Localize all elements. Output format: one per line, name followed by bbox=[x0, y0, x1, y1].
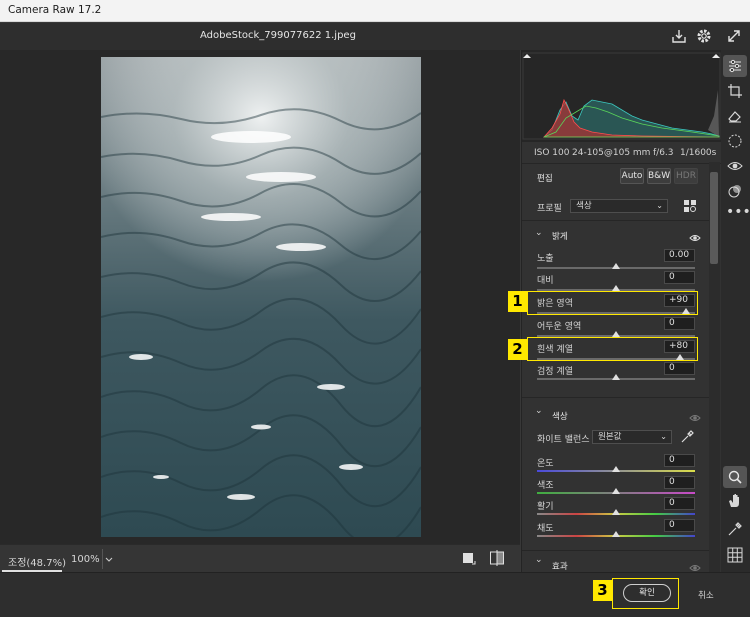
exposure-label: 노출 bbox=[537, 254, 554, 264]
contrast-value[interactable]: 0 bbox=[664, 271, 695, 284]
highlights-highlight-box bbox=[527, 291, 698, 315]
callout-3: 3 bbox=[593, 580, 612, 601]
eraser-icon[interactable] bbox=[726, 107, 744, 125]
chevron-down-icon[interactable]: ⌄ bbox=[535, 555, 543, 565]
window-title: Camera Raw 17.2 bbox=[8, 4, 102, 16]
tint-slider-knob[interactable] bbox=[612, 488, 620, 494]
eye-icon[interactable] bbox=[689, 228, 701, 247]
exif-info: ISO 100 24-105@105 mm f/6.3 1/1600s bbox=[522, 142, 721, 164]
eye-icon[interactable] bbox=[689, 408, 701, 427]
exif-lens: 24-105@105 mm bbox=[572, 148, 651, 158]
presets-icon[interactable] bbox=[726, 182, 744, 200]
whites-highlight-box bbox=[527, 337, 698, 361]
white-balance-value: 원본값 bbox=[598, 432, 622, 442]
settings-icon[interactable] bbox=[695, 27, 713, 45]
edit-sliders-icon[interactable] bbox=[726, 57, 744, 75]
exposure-slider-knob[interactable] bbox=[612, 263, 620, 269]
grid-icon[interactable] bbox=[726, 546, 744, 564]
shadows-label: 어두운 영역 bbox=[537, 322, 582, 332]
panel-scrollbar-thumb[interactable] bbox=[710, 172, 718, 264]
tint-label: 색조 bbox=[537, 481, 554, 491]
zoom-dropdown[interactable] bbox=[102, 549, 115, 569]
vibrance-value[interactable]: 0 bbox=[664, 497, 695, 510]
red-eye-icon[interactable] bbox=[726, 157, 744, 175]
mask-icon[interactable] bbox=[726, 132, 744, 150]
exposure-value[interactable]: 0.00 bbox=[664, 249, 695, 262]
view-mode-icon[interactable] bbox=[462, 551, 476, 570]
profile-label: 프로필 bbox=[537, 204, 562, 214]
profile-value: 색상 bbox=[576, 201, 592, 211]
exif-aperture: f/6.3 bbox=[653, 148, 674, 158]
top-toolbar: AdobeStock_799077622 1.jpeg bbox=[0, 23, 750, 50]
white-balance-dropdown[interactable]: 원본값 ⌄ bbox=[592, 430, 672, 444]
vibrance-label: 활기 bbox=[537, 502, 554, 512]
cancel-button[interactable]: 취소 bbox=[698, 589, 714, 601]
callout-1: 1 bbox=[508, 291, 527, 312]
edit-title: 편집 bbox=[537, 174, 553, 184]
eye-icon[interactable] bbox=[689, 558, 701, 572]
hand-icon[interactable] bbox=[726, 492, 744, 510]
divider bbox=[522, 220, 710, 221]
saturation-value[interactable]: 0 bbox=[664, 519, 695, 532]
chevron-down-icon[interactable]: ⌄ bbox=[535, 406, 543, 416]
fit-zoom-button[interactable]: 조정(48.7%) bbox=[8, 554, 66, 569]
chevron-down-icon: ⌄ bbox=[660, 432, 667, 441]
histogram bbox=[522, 50, 721, 142]
saturation-slider-knob[interactable] bbox=[612, 531, 620, 537]
tool-rail: ••• bbox=[721, 50, 750, 572]
color-section-title[interactable]: 색상 bbox=[552, 410, 568, 422]
auto-button[interactable]: Auto bbox=[620, 168, 644, 184]
clip-highlight-icon bbox=[712, 54, 720, 58]
light-section-title[interactable]: 밝게 bbox=[552, 230, 568, 242]
exif-shutter: 1/1600s bbox=[680, 148, 717, 158]
before-after-icon[interactable] bbox=[489, 550, 505, 570]
blacks-slider-knob[interactable] bbox=[612, 374, 620, 380]
temperature-label: 온도 bbox=[537, 459, 554, 469]
fullscreen-icon[interactable] bbox=[725, 27, 743, 45]
title-bar: Camera Raw 17.2 bbox=[0, 0, 750, 22]
chevron-down-icon[interactable]: ⌄ bbox=[535, 228, 543, 238]
temperature-value[interactable]: 0 bbox=[664, 454, 695, 467]
bw-button[interactable]: B&W bbox=[647, 168, 671, 184]
save-icon[interactable] bbox=[670, 27, 688, 45]
callout-2: 2 bbox=[508, 339, 527, 360]
ok-highlight-box bbox=[612, 578, 679, 609]
profile-dropdown[interactable]: 색상 ⌄ bbox=[570, 199, 668, 213]
crop-icon[interactable] bbox=[726, 82, 744, 100]
exif-iso: ISO 100 bbox=[534, 148, 570, 158]
divider bbox=[522, 550, 710, 551]
camera-raw-window: Camera Raw 17.2 AdobeStock_799077622 1.j… bbox=[0, 0, 750, 617]
canvas-bottom-bar: 조정(48.7%) 100% bbox=[0, 544, 520, 572]
profile-browser-icon[interactable] bbox=[683, 198, 697, 217]
saturation-label: 채도 bbox=[537, 524, 554, 534]
color-sampler-icon[interactable] bbox=[726, 520, 744, 538]
hdr-button[interactable]: HDR bbox=[674, 168, 698, 184]
divider bbox=[522, 397, 710, 398]
file-name: AdobeStock_799077622 1.jpeg bbox=[200, 30, 356, 41]
more-icon[interactable]: ••• bbox=[726, 204, 750, 222]
blacks-label: 검정 계열 bbox=[537, 367, 573, 377]
zoom-100-button[interactable]: 100% bbox=[71, 554, 100, 565]
temperature-slider-knob[interactable] bbox=[612, 466, 620, 472]
clip-shadow-icon bbox=[523, 54, 531, 58]
water-photo bbox=[101, 57, 421, 537]
contrast-label: 대비 bbox=[537, 276, 554, 286]
tint-value[interactable]: 0 bbox=[664, 476, 695, 489]
chevron-down-icon: ⌄ bbox=[656, 201, 663, 210]
white-balance-label: 화이트 밸런스 bbox=[537, 435, 590, 445]
eyedropper-icon[interactable] bbox=[680, 429, 694, 448]
shadows-value[interactable]: 0 bbox=[664, 317, 695, 330]
vibrance-slider-knob[interactable] bbox=[612, 509, 620, 515]
effects-section-title[interactable]: 효과 bbox=[552, 560, 568, 572]
zoom-icon[interactable] bbox=[726, 468, 744, 486]
blacks-value[interactable]: 0 bbox=[664, 362, 695, 375]
